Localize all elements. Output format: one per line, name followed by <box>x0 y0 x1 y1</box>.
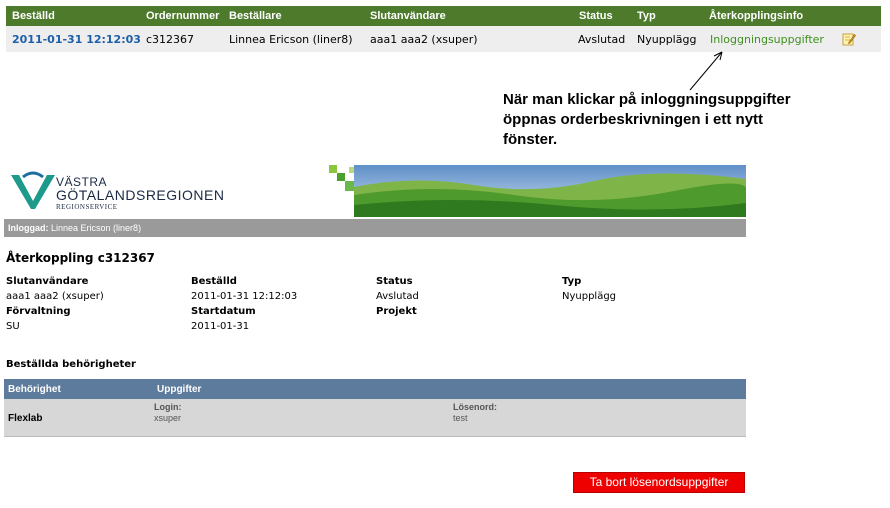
annotation-line-2: öppnas orderbeskrivningen i ett nytt <box>503 111 764 128</box>
order-table: Beställd Ordernummer Beställare Slutanvä… <box>6 6 881 52</box>
order-number: c312367 <box>146 33 195 46</box>
orderer: Linnea Ericson (liner8) <box>229 33 353 46</box>
col-status[interactable]: Status <box>579 10 613 22</box>
bestalld-label: Beställd <box>191 276 237 287</box>
end-user: aaa1 aaa2 (xsuper) <box>370 33 478 46</box>
section-title: Beställda behörigheter <box>6 359 136 370</box>
password-label: Lösenord: <box>453 402 497 412</box>
col-bestalld[interactable]: Beställd <box>12 10 55 22</box>
password-value: test <box>453 413 468 423</box>
typ-value: Nyupplägg <box>562 291 617 302</box>
projekt-label: Projekt <box>376 306 417 317</box>
annotation-line-3: fönster. <box>503 131 558 148</box>
table-row: Flexlab Login: xsuper Lösenord: test <box>4 399 746 437</box>
col-typ[interactable]: Typ <box>637 10 656 22</box>
login-value: xsuper <box>154 413 182 423</box>
col-ordernummer[interactable]: Ordernummer <box>146 10 219 22</box>
permissions-table: Behörighet Uppgifter Flexlab Login: xsup… <box>4 379 746 437</box>
col-slutanvandare[interactable]: Slutanvändare <box>370 10 446 22</box>
annotation-text: När man klickar på inloggningsuppgifter … <box>503 90 843 150</box>
order-date-link[interactable]: 2011-01-31 12:12:03 <box>12 33 141 46</box>
startdatum-label: Startdatum <box>191 306 256 317</box>
col-behorighet: Behörighet <box>8 384 61 395</box>
login-label: Login: <box>154 402 182 412</box>
header-landscape <box>354 165 746 217</box>
order-status: Avslutad <box>578 33 626 46</box>
typ-label: Typ <box>562 276 582 287</box>
slutanvandare-label: Slutanvändare <box>6 276 89 287</box>
bestalld-value: 2011-01-31 12:12:03 <box>191 291 298 302</box>
login-status: Inloggad: Linnea Ericson (liner8) <box>8 223 141 233</box>
status-value: Avslutad <box>376 291 419 302</box>
forvaltning-value: SU <box>6 321 20 332</box>
permissions-header: Behörighet Uppgifter <box>4 379 746 399</box>
logo-line-3: REGIONSERVICE <box>56 203 118 211</box>
col-bestallare[interactable]: Beställare <box>229 10 282 22</box>
col-aterkopplingsinfo[interactable]: Återkopplingsinfo <box>709 10 803 22</box>
status-label: Status <box>376 276 413 287</box>
vgr-logo-icon <box>11 171 55 209</box>
col-uppgifter: Uppgifter <box>157 384 202 395</box>
permission-name: Flexlab <box>8 413 43 424</box>
logo-line-2: GÖTALANDSREGIONEN <box>56 187 225 203</box>
login-label: Inloggad: <box>8 223 49 233</box>
edit-icon[interactable] <box>842 32 856 46</box>
vgr-header: VÄSTRA GÖTALANDSREGIONEN REGIONSERVICE <box>4 165 746 219</box>
login-user: Linnea Ericson (liner8) <box>51 223 142 233</box>
slutanvandare-value: aaa1 aaa2 (xsuper) <box>6 291 104 302</box>
order-type: Nyupplägg <box>637 33 697 46</box>
login-info-link[interactable]: Inloggningsuppgifter <box>710 33 824 46</box>
page-title: Återkoppling c312367 <box>6 251 155 265</box>
forvaltning-label: Förvaltning <box>6 306 71 317</box>
login-bar: Inloggad: Linnea Ericson (liner8) <box>4 219 746 237</box>
delete-password-button[interactable]: Ta bort lösenordsuppgifter <box>573 472 745 493</box>
annotation-arrow <box>689 51 723 91</box>
order-table-header: Beställd Ordernummer Beställare Slutanvä… <box>6 6 881 26</box>
table-row: 2011-01-31 12:12:03 c312367 Linnea Erics… <box>6 26 881 52</box>
startdatum-value: 2011-01-31 <box>191 321 250 332</box>
annotation-line-1: När man klickar på inloggningsuppgifter <box>503 91 791 108</box>
